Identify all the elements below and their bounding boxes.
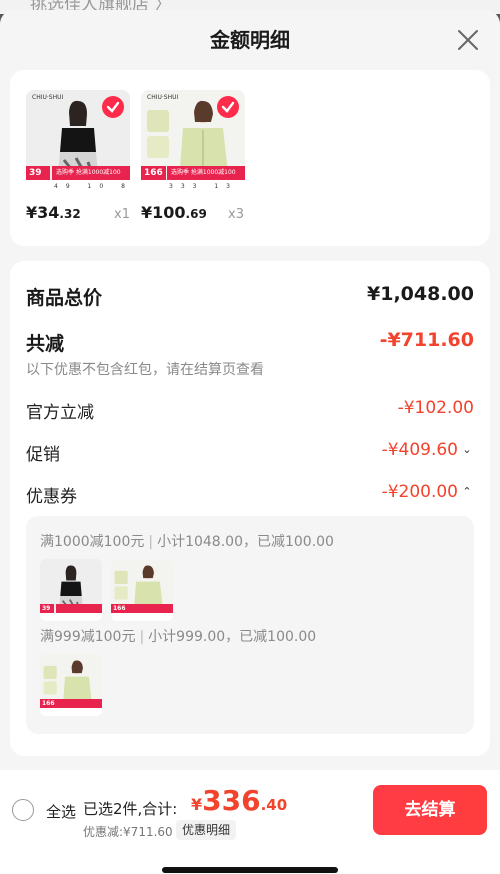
close-button[interactable] — [456, 28, 480, 52]
selected-check-icon — [217, 96, 239, 118]
coupon-subtotal: 小计999.00，已减100.00 — [148, 629, 317, 645]
coupon-rule: 满1000减100元 — [40, 534, 145, 550]
coupon-value: -¥200.00 ⌃ — [382, 482, 474, 502]
mini-stats — [40, 708, 102, 716]
total-discount-label: 共减 — [26, 333, 65, 355]
promotion-amount: -¥409.60 — [381, 440, 458, 460]
promotion-value: -¥409.60 ⌄ — [382, 440, 474, 460]
product-item[interactable]: CHIU·SHUI 39 选购季 抢满1000减100 49 10 8 ¥34.… — [26, 90, 136, 222]
promo-strip: 选购季 抢满1000减100 — [52, 166, 130, 180]
promotion-label: 促销 — [26, 445, 60, 465]
total-currency: ¥ — [191, 795, 203, 814]
selected-check-icon — [102, 96, 124, 118]
divider: | — [139, 629, 145, 645]
promo-strip — [127, 604, 173, 613]
coupon-product-thumb: 166 — [111, 559, 173, 621]
product-price: ¥34.32 — [26, 203, 81, 222]
total-discount-value: -¥711.60 — [379, 329, 474, 351]
amount-detail-sheet: 金额明细 CHIU·SHUI 39 选购季 抢满1000减100 49 10 8… — [0, 10, 500, 874]
discount-note-text: 以下优惠不包含红包，请在结算页查看 — [26, 362, 264, 378]
mini-stats: 49 10 8 — [26, 180, 130, 194]
price-summary-card: 商品总价 ¥1,048.00 共减 -¥711.60 以下优惠不包含红包，请在结… — [10, 261, 490, 756]
selected-count-text: 已选2件,合计: — [83, 800, 178, 818]
price-decimal: .69 — [185, 207, 207, 221]
products-card: CHIU·SHUI 39 选购季 抢满1000减100 49 10 8 ¥34.… — [10, 70, 490, 246]
coupon-subtotal: 小计1048.00，已减100.00 — [157, 534, 334, 550]
official-discount-label: 官方立减 — [26, 403, 94, 423]
price-tag: 166 — [40, 699, 57, 708]
coupon-line: 满1000减100元 | 小计1048.00，已减100.00 — [40, 531, 334, 551]
coupon-amount: -¥200.00 — [381, 482, 458, 502]
chevron-down-icon: ⌄ — [462, 443, 472, 456]
product-image: CHIU·SHUI 39 选购季 抢满1000减100 49 10 8 — [26, 90, 130, 194]
official-discount-value: -¥102.00 — [397, 398, 474, 418]
total-decimal: .40 — [260, 796, 288, 814]
promo-strip: 选购季 抢满1000减100 — [167, 166, 245, 180]
total-integer: 336 — [202, 784, 261, 817]
mini-stats — [111, 613, 173, 621]
goods-total-label: 商品总价 — [26, 287, 103, 309]
discount-summary: 优惠减:¥711.60 — [83, 825, 173, 839]
coupon-rule: 满999减100元 — [40, 629, 136, 645]
total-price: ¥336.40 — [191, 784, 287, 817]
divider: | — [148, 534, 154, 550]
price-tag: 166 — [141, 166, 166, 180]
product-quantity: x3 — [228, 207, 244, 222]
close-icon — [458, 30, 478, 50]
product-image: CHIU·SHUI 166 选购季 抢满1000减100 333 13 34 — [141, 90, 245, 194]
home-indicator[interactable] — [162, 867, 338, 873]
brand-mark: CHIU·SHUI — [32, 94, 64, 101]
chevron-up-icon: ⌃ — [462, 485, 472, 498]
goods-total-value: ¥1,048.00 — [367, 283, 474, 305]
promo-strip — [56, 604, 102, 613]
select-all-label[interactable]: 全选 — [46, 801, 76, 822]
checkout-bar: 全选 已选2件,合计: ¥336.40 优惠减:¥711.60 优惠明细 去结算 — [0, 770, 500, 874]
product-quantity: x1 — [114, 207, 130, 222]
coupon-line: 满999减100元 | 小计999.00，已减100.00 — [40, 626, 316, 646]
price-decimal: .32 — [59, 207, 81, 221]
mini-stats: 333 13 34 — [141, 180, 245, 194]
sheet-header: 金额明细 — [0, 10, 500, 70]
price-tag: 166 — [111, 604, 128, 613]
coupon-product-thumb: 166 — [40, 654, 102, 716]
promo-strip — [56, 699, 102, 708]
discount-detail-button[interactable]: 优惠明细 — [176, 820, 237, 840]
coupon-product-thumb: 39 — [40, 559, 102, 621]
product-item[interactable]: CHIU·SHUI 166 选购季 抢满1000减100 333 13 34 ¥… — [141, 90, 251, 222]
brand-mark: CHIU·SHUI — [147, 94, 179, 101]
price-tag: 39 — [26, 166, 50, 180]
price-tag: 39 — [40, 604, 54, 613]
product-price: ¥100.69 — [141, 203, 207, 222]
coupon-label: 优惠券 — [26, 487, 77, 507]
select-all-radio[interactable] — [12, 799, 34, 821]
coupon-detail-panel: 满1000减100元 | 小计1048.00，已减100.00 39 166 满… — [26, 516, 474, 734]
sheet-title: 金额明细 — [210, 28, 290, 52]
price-integer: ¥34 — [26, 203, 60, 222]
checkout-button[interactable]: 去结算 — [373, 785, 487, 835]
price-integer: ¥100 — [141, 203, 186, 222]
mini-stats — [40, 613, 102, 621]
